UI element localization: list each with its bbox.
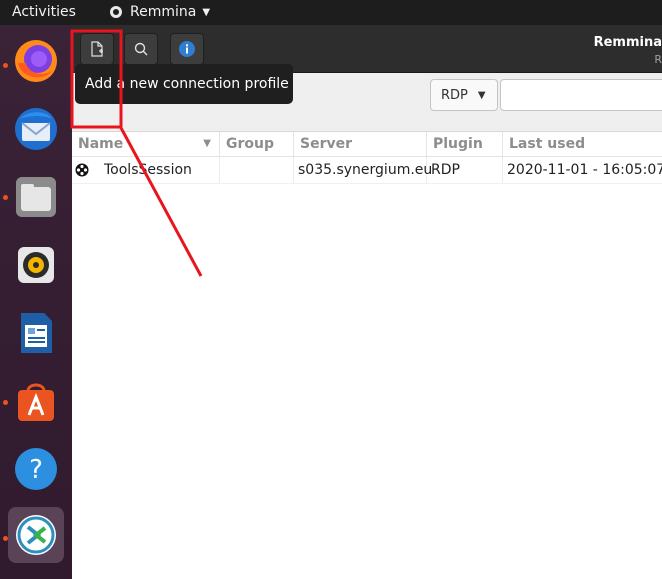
column-header-group[interactable]: Group bbox=[220, 132, 294, 156]
libreoffice-writer-icon bbox=[21, 313, 52, 353]
help-icon: ? bbox=[15, 448, 57, 490]
chevron-down-icon: ▼ bbox=[202, 6, 211, 18]
rhythmbox-icon bbox=[18, 247, 54, 283]
app-menu-label: Remmina bbox=[130, 4, 197, 20]
cell-last-used: 2020-11-01 - 16:05:07 bbox=[507, 162, 662, 178]
dock-files[interactable] bbox=[8, 169, 64, 225]
dock-thunderbird[interactable] bbox=[8, 101, 64, 157]
table-header: Name ▼ Group Server Plugin Last used bbox=[72, 132, 662, 157]
new-connection-icon bbox=[91, 41, 103, 57]
cell-group bbox=[220, 157, 294, 183]
svg-text:?: ? bbox=[29, 455, 43, 485]
cell-server: s035.synergium.eu bbox=[294, 157, 432, 183]
sort-descending-icon: ▼ bbox=[203, 138, 211, 149]
window-title: Remmina bbox=[593, 35, 662, 50]
search-icon bbox=[134, 42, 148, 56]
ubuntu-software-icon bbox=[18, 383, 54, 421]
connections-table: Name ▼ Group Server Plugin Last used Too… bbox=[72, 132, 662, 184]
column-header-name[interactable]: Name ▼ bbox=[72, 132, 220, 156]
search-button[interactable] bbox=[124, 33, 158, 65]
cell-plugin: RDP bbox=[427, 157, 503, 183]
connection-status-icon bbox=[75, 163, 89, 177]
remmina-window: Remmina R RDP ▼ Name ▼ Group Server Plug… bbox=[72, 25, 662, 579]
table-row[interactable]: ToolsSession s035.synergium.eu RDP 2020-… bbox=[72, 157, 662, 184]
tooltip: Add a new connection profile bbox=[75, 64, 293, 104]
info-icon bbox=[179, 41, 195, 57]
app-menu[interactable]: Remmina ▼ bbox=[110, 4, 210, 20]
dock-libreoffice-writer[interactable] bbox=[8, 305, 64, 361]
column-header-last-used[interactable]: Last used bbox=[503, 132, 662, 156]
quick-connect-input[interactable] bbox=[500, 79, 662, 111]
firefox-icon bbox=[15, 40, 57, 82]
remmina-app-icon bbox=[110, 6, 122, 18]
cell-name: ToolsSession bbox=[72, 157, 220, 183]
files-icon bbox=[16, 177, 56, 217]
dock: ? bbox=[0, 25, 72, 579]
dock-help[interactable]: ? bbox=[8, 441, 64, 497]
activities-button[interactable]: Activities bbox=[12, 4, 76, 20]
chevron-down-icon: ▼ bbox=[477, 89, 486, 101]
protocol-select[interactable]: RDP ▼ bbox=[430, 79, 498, 111]
top-bar: Activities Remmina ▼ bbox=[0, 0, 662, 25]
connection-name: ToolsSession bbox=[104, 162, 192, 178]
dock-remmina[interactable] bbox=[8, 507, 64, 563]
about-button[interactable] bbox=[170, 33, 204, 65]
new-connection-button[interactable] bbox=[80, 33, 114, 65]
dock-firefox[interactable] bbox=[8, 33, 64, 89]
remmina-icon bbox=[16, 515, 56, 555]
dock-rhythmbox[interactable] bbox=[8, 237, 64, 293]
protocol-select-value: RDP bbox=[441, 87, 468, 103]
dock-ubuntu-software[interactable] bbox=[8, 373, 64, 429]
column-header-server[interactable]: Server bbox=[294, 132, 427, 156]
window-subtitle: R bbox=[654, 53, 662, 66]
column-header-plugin[interactable]: Plugin bbox=[427, 132, 503, 156]
thunderbird-icon bbox=[15, 108, 57, 150]
tooltip-text: Add a new connection profile bbox=[85, 76, 289, 92]
